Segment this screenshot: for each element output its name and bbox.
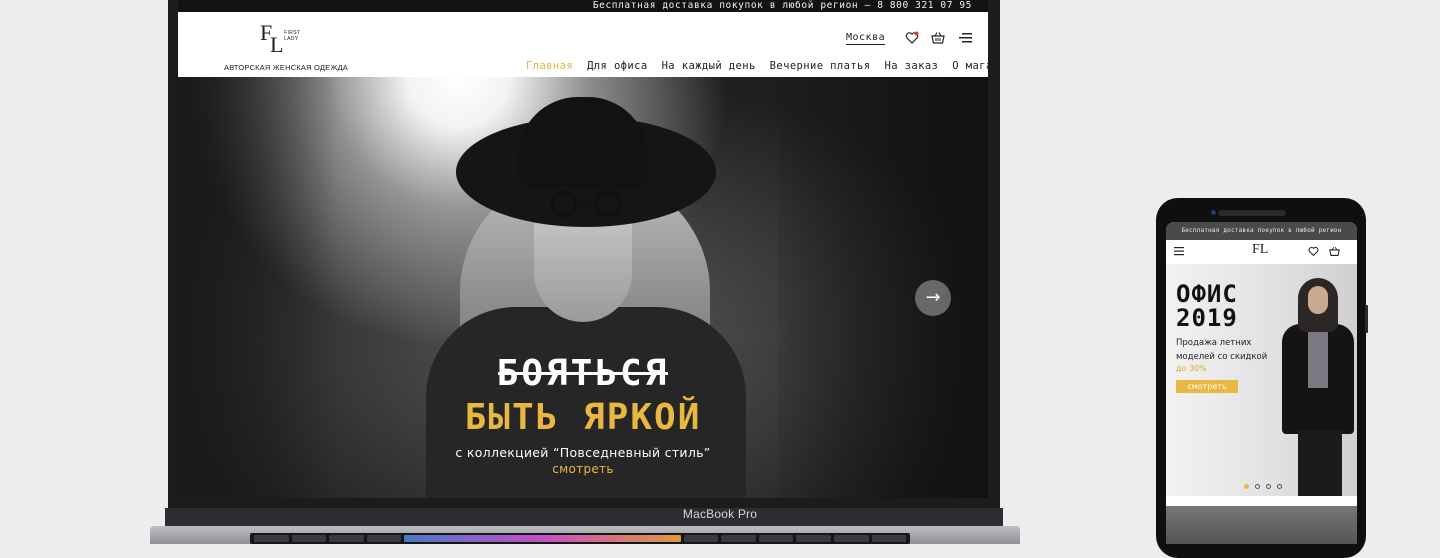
- city-selector[interactable]: Москва: [846, 32, 886, 45]
- menu-icon[interactable]: [959, 32, 972, 44]
- mobile-logo[interactable]: FL: [1252, 242, 1268, 258]
- nav-item-office[interactable]: Для офиса: [587, 60, 648, 72]
- hero-banner: → БОЯТЬСЯ БЫТЬ ЯРКОЙ с коллекцией “Повсе…: [178, 77, 988, 498]
- glasses-shape: [550, 190, 622, 218]
- cart-icon[interactable]: [931, 31, 945, 45]
- mobile-hero-text: Продажа летних моделей со скидкой: [1176, 338, 1268, 362]
- mobile-header: FL: [1166, 240, 1357, 264]
- hero-subtitle: с коллекцией “Повседневный стиль”: [455, 445, 711, 460]
- hero-title-main: БЫТЬ ЯРКОЙ: [464, 397, 702, 438]
- cart-icon[interactable]: [1329, 246, 1340, 257]
- nav-item-evening-dresses[interactable]: Вечерние платья: [770, 60, 871, 72]
- slider-dots: [1244, 484, 1282, 489]
- laptop-screen: Бесплатная доставка покупок в любой реги…: [178, 0, 988, 498]
- hamburger-icon[interactable]: [1174, 246, 1184, 256]
- hero-title-struck: БОЯТЬСЯ: [496, 353, 670, 394]
- strikethrough-line: [498, 372, 668, 375]
- mobile-promo-bar: Бесплатная доставка покупок в любой реги…: [1166, 222, 1357, 240]
- site-header: F L FIRST LADY АВТОРСКАЯ ЖЕНСКАЯ ОДЕЖДА М…: [178, 12, 988, 77]
- slider-dot[interactable]: [1255, 484, 1260, 489]
- heart-icon[interactable]: [905, 31, 919, 45]
- logo[interactable]: F L FIRST LADY: [260, 20, 320, 60]
- promo-bar: Бесплатная доставка покупок в любой реги…: [178, 0, 988, 12]
- slider-dot[interactable]: [1266, 484, 1271, 489]
- nav-item-custom-order[interactable]: На заказ: [885, 60, 939, 72]
- tagline: АВТОРСКАЯ ЖЕНСКАЯ ОДЕЖДА: [224, 63, 348, 72]
- nav-item-home[interactable]: Главная: [526, 60, 573, 72]
- hero-view-link[interactable]: смотреть: [178, 462, 988, 476]
- heart-icon[interactable]: [1308, 246, 1319, 257]
- slider-next-button[interactable]: →: [915, 280, 951, 316]
- mobile-hero-discount: до 30%: [1176, 364, 1207, 373]
- main-nav: Главная Для офиса На каждый день Вечерни…: [526, 60, 988, 72]
- mobile-hero-title: ОФИС 2019: [1176, 280, 1238, 332]
- phone-screen: Бесплатная доставка покупок в любой реги…: [1166, 222, 1357, 544]
- slider-dot[interactable]: [1277, 484, 1282, 489]
- phone-camera: [1211, 210, 1216, 215]
- mobile-hero-banner: ОФИС 2019 Продажа летних моделей со скид…: [1166, 264, 1357, 496]
- nav-item-about[interactable]: О магазине: [952, 60, 988, 72]
- phone-speaker: [1218, 210, 1286, 216]
- phone-side-button: [1365, 305, 1368, 333]
- mobile-view-button[interactable]: смотреть: [1176, 380, 1238, 393]
- laptop-keyboard: [250, 533, 910, 544]
- mobile-next-section-photo: [1166, 506, 1357, 544]
- nav-item-everyday[interactable]: На каждый день: [662, 60, 756, 72]
- slider-dot[interactable]: [1244, 484, 1249, 489]
